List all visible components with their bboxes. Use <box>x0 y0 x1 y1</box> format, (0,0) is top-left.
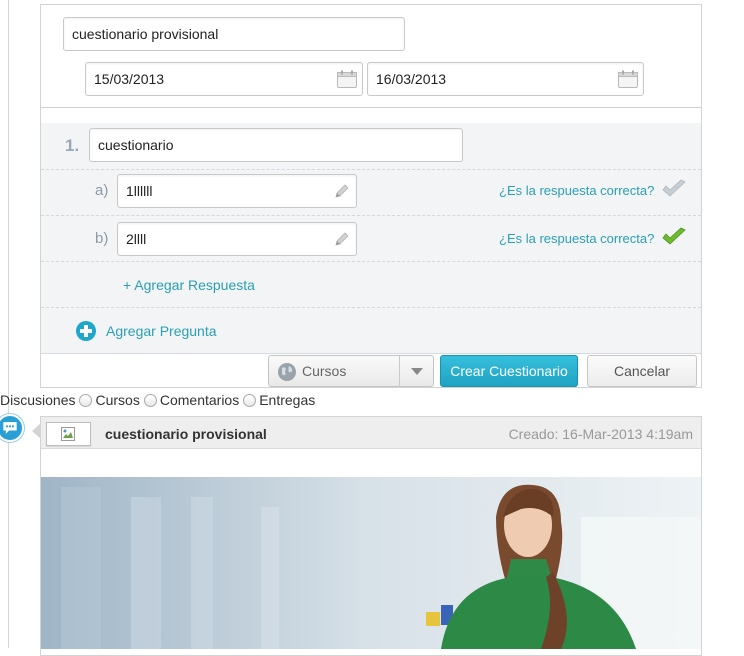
divider <box>41 353 701 354</box>
end-date-value: 16/03/2013 <box>376 71 447 87</box>
add-question-link[interactable]: Agregar Pregunta <box>106 323 217 339</box>
answer-row: b) 2llll ¿Es la respuesta correcta? <box>41 215 701 261</box>
timeline-line <box>8 0 9 648</box>
pencil-icon[interactable] <box>334 231 350 247</box>
answer-letter: b) <box>95 230 109 247</box>
check-icon[interactable] <box>661 227 687 247</box>
radio-entregas[interactable] <box>243 394 257 407</box>
answer-input[interactable]: 2llll <box>117 222 357 256</box>
post-image <box>41 477 701 649</box>
radio-label[interactable]: Comentarios <box>160 392 239 408</box>
answer-input[interactable]: 1llllll <box>117 174 357 208</box>
post-header: cuestionario provisional Creado: 16-Mar-… <box>41 417 701 449</box>
radio-comentarios[interactable] <box>143 394 157 407</box>
quiz-form-card: cuestionario provisional 15/03/2013 16/0… <box>40 4 702 388</box>
chat-bubble-icon <box>0 414 24 442</box>
scope-select[interactable]: Cursos <box>268 355 434 387</box>
calendar-icon[interactable] <box>337 70 357 88</box>
question-block: 1. cuestionario a) 1llllll ¿Es la respue… <box>41 123 701 353</box>
question-text-value: cuestionario <box>98 137 174 153</box>
cancel-button[interactable]: Cancelar <box>587 355 697 387</box>
divider <box>41 107 701 108</box>
answer-value: 1llllll <box>126 183 153 199</box>
add-answer-row: + Agregar Respuesta <box>41 261 701 307</box>
post-card: cuestionario provisional Creado: 16-Mar-… <box>40 416 702 656</box>
post-created: Creado: 16-Mar-2013 4:19am <box>508 426 693 442</box>
question-number: 1. <box>65 136 80 155</box>
scope-select-value: Cursos <box>302 363 347 379</box>
radio-label[interactable]: Cursos <box>95 392 139 408</box>
globe-icon <box>278 363 296 381</box>
answer-letter: a) <box>95 182 109 199</box>
add-answer-link[interactable]: + Agregar Respuesta <box>123 277 255 293</box>
post-title[interactable]: cuestionario provisional <box>105 426 267 442</box>
end-date-input[interactable]: 16/03/2013 <box>367 62 644 96</box>
filters-label: Discusiones <box>0 392 76 408</box>
radio-label[interactable]: Entregas <box>259 392 315 408</box>
calendar-icon[interactable] <box>618 70 638 88</box>
start-date-input[interactable]: 15/03/2013 <box>85 62 363 96</box>
quiz-title-value: cuestionario provisional <box>72 26 219 42</box>
broken-image-icon <box>46 422 91 446</box>
caret-down-icon[interactable] <box>411 368 423 376</box>
check-icon[interactable] <box>661 179 687 199</box>
create-quiz-button[interactable]: Crear Cuestionario <box>440 355 578 387</box>
answer-value: 2llll <box>126 231 147 247</box>
plus-circle-icon[interactable] <box>75 320 97 342</box>
answer-row: a) 1llllll ¿Es la respuesta correcta? <box>41 169 701 215</box>
correct-answer-link[interactable]: ¿Es la respuesta correcta? <box>499 183 654 198</box>
question-text-input[interactable]: cuestionario <box>89 128 463 162</box>
radio-cursos[interactable] <box>79 394 93 407</box>
quiz-title-input[interactable]: cuestionario provisional <box>63 17 405 51</box>
pencil-icon[interactable] <box>334 183 350 199</box>
add-question-row: Agregar Pregunta <box>41 307 701 353</box>
correct-answer-link[interactable]: ¿Es la respuesta correcta? <box>499 231 654 246</box>
post-filters: Discusiones Cursos Comentarios Entregas <box>0 392 315 410</box>
select-divider <box>399 356 400 386</box>
start-date-value: 15/03/2013 <box>94 71 165 87</box>
